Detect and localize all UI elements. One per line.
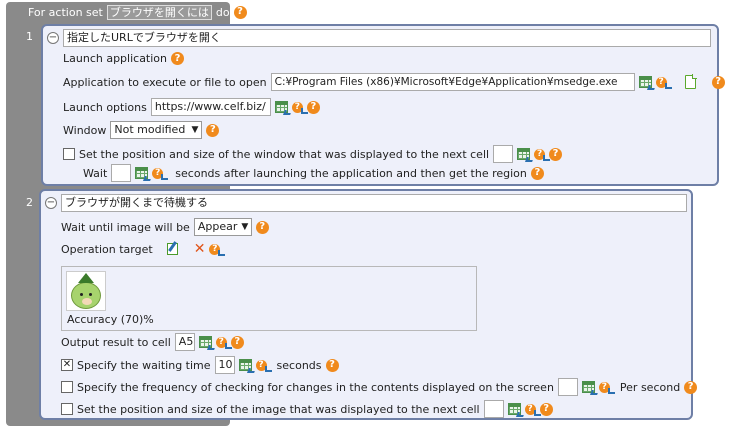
help-icon[interactable]: ?	[549, 147, 563, 161]
position-cell-input[interactable]	[493, 145, 514, 163]
spreadsheet-cell-icon[interactable]	[274, 101, 288, 113]
help-icon[interactable]: ?	[255, 359, 272, 372]
wait-until-select[interactable]: Appear ▼	[193, 218, 252, 236]
step-title-field[interactable]: 指定したURLでブラウザを開く	[63, 29, 711, 47]
help-icon[interactable]: ?	[152, 167, 169, 180]
step-number: 1	[26, 30, 33, 43]
set-image-position-label: Set the position and size of the image t…	[77, 402, 480, 416]
frequency-checkbox[interactable]	[61, 381, 73, 393]
help-icon[interactable]: ?	[291, 101, 308, 114]
waiting-time-input[interactable]: 10	[214, 356, 235, 374]
step-number: 2	[26, 196, 33, 209]
window-label: Window	[63, 123, 107, 137]
help-icon[interactable]: ?	[171, 52, 185, 65]
wait-suffix-label: seconds after launching the application …	[175, 166, 527, 180]
wait-label: Wait	[83, 166, 108, 180]
operation-target-label: Operation target	[61, 242, 153, 256]
spreadsheet-cell-icon[interactable]	[238, 359, 252, 371]
frequency-input[interactable]	[557, 378, 578, 396]
help-icon[interactable]: ?	[215, 336, 232, 349]
help-icon[interactable]: ?	[255, 220, 269, 234]
output-cell-input[interactable]: A5	[174, 333, 195, 351]
help-icon[interactable]: ?	[539, 402, 553, 416]
chevron-down-icon: ▼	[241, 222, 249, 232]
help-icon[interactable]: ?	[655, 76, 672, 89]
edit-image-icon[interactable]	[166, 243, 178, 255]
step-panel-launch-application: − 指定したURLでブラウザを開く Launch application ? A…	[41, 24, 725, 186]
window-select[interactable]: Not modified ▼	[110, 121, 203, 139]
help-icon[interactable]: ?	[684, 380, 698, 394]
app-label: Application to execute or file to open	[63, 75, 267, 89]
help-icon[interactable]: ?	[325, 358, 339, 372]
image-position-cell-input[interactable]	[483, 400, 504, 418]
step-heading: Launch application	[63, 52, 168, 65]
set-image-position-checkbox[interactable]	[61, 403, 73, 415]
launch-options-label: Launch options	[63, 100, 147, 114]
target-image-box: Accuracy (70)%	[61, 266, 477, 331]
chevron-down-icon: ▼	[191, 125, 199, 135]
help-icon[interactable]: ?	[209, 243, 226, 256]
header-suffix: do	[215, 5, 230, 19]
spreadsheet-cell-icon[interactable]	[198, 336, 212, 348]
help-icon[interactable]: ?	[233, 5, 247, 19]
help-icon[interactable]: ?	[711, 75, 725, 89]
set-position-checkbox[interactable]	[63, 148, 75, 160]
action-name-field[interactable]: ブラウザを開くには	[106, 4, 212, 20]
collapse-icon[interactable]: −	[47, 32, 59, 44]
help-icon[interactable]: ?	[206, 123, 220, 137]
wait-until-label: Wait until image will be	[61, 220, 190, 234]
app-path-input[interactable]: C:¥Program Files (x86)¥Microsoft¥Edge¥Ap…	[270, 73, 635, 91]
action-set-header: For action set ブラウザを開くには do ?	[6, 2, 247, 22]
waiting-time-checkbox[interactable]: ✕	[61, 359, 73, 371]
help-icon[interactable]: ?	[530, 166, 544, 180]
set-position-label: Set the position and size of the window …	[79, 147, 490, 161]
accuracy-label: Accuracy (70)%	[67, 313, 154, 326]
frequency-label: Specify the frequency of checking for ch…	[77, 380, 554, 394]
window-select-value: Not modified	[114, 123, 186, 136]
mascot-image	[71, 282, 101, 309]
spreadsheet-cell-icon[interactable]	[638, 76, 652, 88]
launch-options-input[interactable]: https://www.celf.biz/	[150, 98, 271, 116]
spreadsheet-cell-icon[interactable]	[517, 148, 531, 160]
delete-icon[interactable]: ✕	[194, 242, 206, 256]
spreadsheet-cell-icon[interactable]	[581, 381, 595, 393]
help-icon[interactable]: ?	[230, 335, 244, 349]
waiting-time-label: Specify the waiting time	[77, 358, 211, 372]
target-image-thumbnail[interactable]	[66, 271, 106, 311]
help-icon[interactable]: ?	[598, 381, 615, 394]
wait-until-value: Appear	[197, 220, 238, 233]
spreadsheet-cell-icon[interactable]	[135, 167, 149, 179]
waiting-time-unit: seconds	[276, 358, 322, 372]
wait-seconds-input[interactable]	[111, 164, 132, 182]
spreadsheet-cell-icon[interactable]	[507, 403, 521, 415]
step-panel-wait-for-image: − ブラウザが開くまで待機する Wait until image will be…	[39, 189, 698, 420]
frequency-unit: Per second	[619, 380, 681, 394]
output-label: Output result to cell	[61, 335, 171, 349]
step-title-field[interactable]: ブラウザが開くまで待機する	[61, 194, 687, 212]
collapse-icon[interactable]: −	[45, 197, 57, 209]
help-icon[interactable]: ?	[306, 100, 320, 114]
header-prefix: For action set	[28, 5, 103, 19]
help-icon[interactable]: ?	[524, 403, 541, 416]
help-icon[interactable]: ?	[534, 148, 551, 161]
file-browse-icon[interactable]	[684, 74, 697, 89]
